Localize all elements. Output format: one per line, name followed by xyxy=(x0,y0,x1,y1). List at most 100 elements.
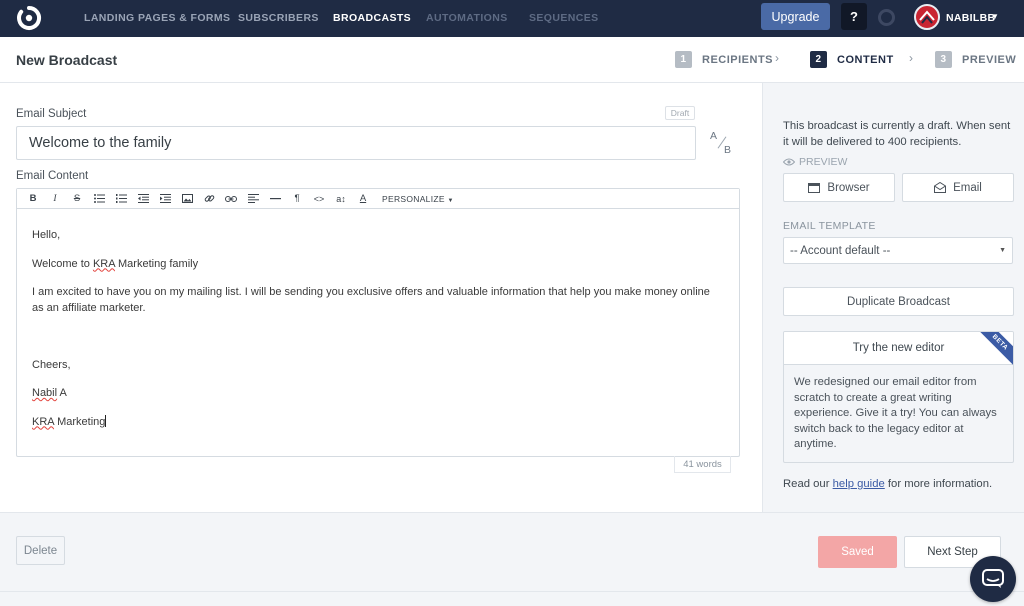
help-text-pre: Read our xyxy=(783,478,833,490)
body-signature-company: KRA Marketing xyxy=(32,414,722,430)
link-icon[interactable] xyxy=(198,190,220,208)
avatar[interactable] xyxy=(914,4,940,30)
email-template-value: -- Account default -- xyxy=(790,244,891,257)
user-menu-name[interactable]: NABILBB xyxy=(946,12,995,24)
strikethrough-icon[interactable]: S xyxy=(66,190,88,208)
preview-browser-button[interactable]: Browser xyxy=(783,173,895,202)
email-template-select[interactable]: -- Account default -- ▼ xyxy=(783,237,1013,264)
email-content-label: Email Content xyxy=(16,170,89,182)
try-new-editor-button[interactable]: Try the new editor xyxy=(784,332,1013,365)
step-label: RECIPIENTS xyxy=(702,53,774,66)
top-navigation: LANDING PAGES & FORMS SUBSCRIBERS BROADC… xyxy=(0,0,1024,37)
unlink-icon[interactable] xyxy=(220,190,242,208)
body-signature-name: Nabil A xyxy=(32,385,722,401)
ab-test-a-label: A xyxy=(710,130,718,142)
new-editor-description: We redesigned our email editor from scra… xyxy=(794,376,997,450)
font-size-icon[interactable]: a↕ xyxy=(330,190,352,208)
step-number: 3 xyxy=(935,51,952,68)
browser-icon xyxy=(808,182,821,193)
saved-button[interactable]: Saved xyxy=(818,536,897,568)
nav-landing-pages-forms[interactable]: LANDING PAGES & FORMS xyxy=(84,12,230,24)
email-body[interactable]: Hello, Welcome to KRA Marketing family I… xyxy=(32,227,722,442)
body-greeting: Hello, xyxy=(32,229,61,241)
step-recipients[interactable]: 1 RECIPIENTS xyxy=(675,51,773,68)
text-cursor xyxy=(105,414,107,427)
body-text: Marketing xyxy=(54,415,106,428)
step-number: 2 xyxy=(810,51,827,68)
outdent-icon[interactable] xyxy=(132,190,154,208)
ab-test-b-label: B xyxy=(724,144,732,156)
body-paragraph: I am excited to have you on my mailing l… xyxy=(32,286,710,314)
eye-icon xyxy=(783,158,795,166)
app-logo-icon[interactable] xyxy=(16,5,42,31)
draft-status-text: This broadcast is currently a draft. Whe… xyxy=(783,120,1011,148)
italic-icon[interactable]: I xyxy=(44,190,66,208)
status-ring-icon xyxy=(878,9,895,26)
word-count: 41 words xyxy=(674,456,731,473)
step-number: 1 xyxy=(675,51,692,68)
email-label: Email xyxy=(953,181,982,194)
personalize-dropdown[interactable]: PERSONALIZE ▼ xyxy=(382,194,454,204)
avatar-logo-icon xyxy=(919,10,935,24)
code-icon[interactable]: <> xyxy=(308,190,330,208)
body-text: Marketing family xyxy=(114,257,199,270)
body-text: Welcome to xyxy=(32,257,93,270)
preview-email-button[interactable]: Email xyxy=(902,173,1014,202)
page-bottom-divider xyxy=(0,591,1024,606)
page-title: New Broadcast xyxy=(16,52,118,68)
step-label: PREVIEW xyxy=(962,53,1017,66)
personalize-label: PERSONALIZE xyxy=(382,193,445,204)
chat-icon xyxy=(982,569,1004,588)
help-text-post: for more information. xyxy=(884,478,993,490)
step-label: CONTENT xyxy=(837,53,894,66)
editor-toolbar: B I S ¶ <> a↕ A PERSONALIZE ▼ xyxy=(17,189,739,209)
duplicate-broadcast-button[interactable]: Duplicate Broadcast xyxy=(783,287,1014,316)
body-closing: Cheers, xyxy=(32,358,71,371)
help-guide-link[interactable]: help guide xyxy=(833,478,885,490)
nav-sequences[interactable]: SEQUENCES xyxy=(529,12,599,24)
nav-subscribers[interactable]: SUBSCRIBERS xyxy=(238,12,319,24)
email-subject-label: Email Subject xyxy=(16,108,87,120)
ab-test-button[interactable]: A B xyxy=(708,130,734,158)
new-editor-card: Try the new editor BETA We redesigned ou… xyxy=(783,331,1014,463)
broadcast-sidebar: This broadcast is currently a draft. Whe… xyxy=(762,83,1024,512)
paragraph-icon[interactable]: ¶ xyxy=(286,190,308,208)
nav-broadcasts[interactable]: BROADCASTS xyxy=(333,12,411,24)
action-footer: Delete Saved Next Step xyxy=(0,512,1024,592)
bullet-list-icon[interactable] xyxy=(88,190,110,208)
spellcheck-word: KRA xyxy=(92,257,115,270)
chevron-right-icon: › xyxy=(909,51,913,65)
email-content-editor[interactable]: B I S ¶ <> a↕ A PERSONALIZE ▼ Hello, Wel… xyxy=(16,188,740,457)
caret-down-icon: ▼ xyxy=(999,247,1006,254)
preview-label-text: PREVIEW xyxy=(799,156,848,168)
step-preview[interactable]: 3 PREVIEW xyxy=(935,51,1016,68)
body-text: A xyxy=(57,387,67,399)
upgrade-button[interactable]: Upgrade xyxy=(761,3,830,30)
envelope-open-icon xyxy=(934,182,947,193)
caret-down-icon: ▼ xyxy=(447,197,454,204)
step-content[interactable]: 2 CONTENT xyxy=(810,51,894,68)
text-color-icon[interactable]: A xyxy=(352,190,374,208)
page-header: New Broadcast 1 RECIPIENTS › 2 CONTENT ›… xyxy=(0,37,1024,83)
spellcheck-word: Nabil xyxy=(32,387,58,399)
editor-pane: Email Subject Draft A B Email Content B … xyxy=(0,83,762,512)
spellcheck-word: KRA xyxy=(32,415,55,428)
body-line: Welcome to KRA Marketing family xyxy=(32,256,722,272)
image-icon[interactable] xyxy=(176,190,198,208)
nav-automations[interactable]: AUTOMATIONS xyxy=(426,12,508,24)
help-text: Read our help guide for more information… xyxy=(783,478,992,490)
bold-icon[interactable]: B xyxy=(22,190,44,208)
indent-icon[interactable] xyxy=(154,190,176,208)
draft-badge: Draft xyxy=(665,106,695,120)
horizontal-rule-icon[interactable] xyxy=(264,190,286,208)
preview-label: PREVIEW xyxy=(783,156,847,168)
chat-launcher-button[interactable] xyxy=(970,556,1016,602)
numbered-list-icon[interactable] xyxy=(110,190,132,208)
chevron-down-icon[interactable]: ▼ xyxy=(991,12,999,21)
chevron-right-icon: › xyxy=(775,51,779,65)
align-left-icon[interactable] xyxy=(242,190,264,208)
delete-button[interactable]: Delete xyxy=(16,536,65,565)
help-button[interactable]: ? xyxy=(841,3,867,30)
email-subject-input[interactable] xyxy=(16,126,696,160)
